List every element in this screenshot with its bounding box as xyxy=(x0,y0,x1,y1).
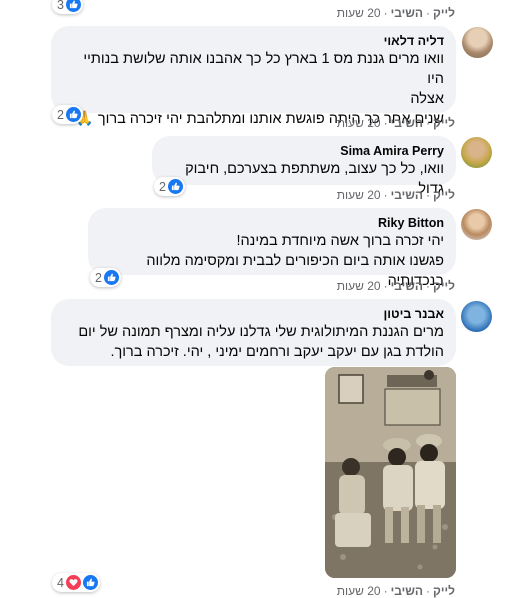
comment-actions: לייק·השיבי·20 שעות xyxy=(336,279,455,293)
avatar[interactable] xyxy=(461,301,492,332)
comment-text-line: אצלה xyxy=(410,91,444,107)
like-icon xyxy=(65,107,81,122)
top-comment-actions: לייק·השיבי·20 שעות xyxy=(336,6,455,20)
comment-bubble: דליה דלאוי וואו מרים גננת מס 1 בארץ כל כ… xyxy=(51,26,456,127)
like-link[interactable]: לייק xyxy=(433,6,455,20)
comment-actions: לייק·השיבי·20 שעות xyxy=(336,188,455,202)
timestamp[interactable]: 20 שעות xyxy=(337,6,381,20)
reaction-summary[interactable]: 2 xyxy=(154,177,185,196)
comment-text-line: וואו מרים גננת מס 1 בארץ כל כך אהבנו אות… xyxy=(83,51,444,87)
like-link[interactable]: לייק xyxy=(433,188,455,202)
timestamp[interactable]: 20 שעות xyxy=(337,279,381,293)
comment-bubble: אבנר ביטון מרים הגננת המיתולוגית שלי גדל… xyxy=(51,299,456,366)
avatar[interactable] xyxy=(461,137,492,168)
comment-bubble: Riky Bitton יהי זכרה ברוך אשה מיוחדת במי… xyxy=(88,208,456,289)
comment-photo[interactable] xyxy=(325,367,456,578)
reaction-summary[interactable]: 2 xyxy=(52,105,83,124)
comment-author[interactable]: Sima Amira Perry xyxy=(164,143,444,159)
reaction-count: 2 xyxy=(95,270,102,285)
like-icon xyxy=(82,575,98,590)
like-icon xyxy=(103,270,119,285)
reaction-count: 2 xyxy=(57,107,64,122)
reaction-summary[interactable]: 3 xyxy=(52,0,83,14)
comment-text-line: הולדת בגן עם יעקב יעקב ורחמים ימיני , יה… xyxy=(110,344,445,360)
reaction-summary[interactable]: 2 xyxy=(90,268,121,287)
comment-author[interactable]: Riky Bitton xyxy=(100,215,444,231)
heart-icon xyxy=(65,575,81,590)
like-link[interactable]: לייק xyxy=(433,279,455,293)
timestamp[interactable]: 20 שעות xyxy=(337,116,381,130)
reaction-count: 3 xyxy=(57,0,64,12)
reaction-summary[interactable]: 4 xyxy=(52,573,100,592)
timestamp[interactable]: 20 שעות xyxy=(337,188,381,202)
reply-link[interactable]: השיבי xyxy=(391,279,423,293)
comment-author[interactable]: דליה דלאוי xyxy=(63,33,444,49)
reply-link[interactable]: השיבי xyxy=(391,6,423,20)
comment-text-line: מרים הגננת המיתולוגית שלי גדלנו עליה ומצ… xyxy=(78,324,444,340)
comment-actions: לייק·השיבי·20 שעות xyxy=(336,116,455,130)
comment-bubble: Sima Amira Perry וואו, כל כך עצוב, משתתפ… xyxy=(152,136,456,197)
reaction-count: 4 xyxy=(57,575,64,590)
reply-link[interactable]: השיבי xyxy=(391,116,423,130)
like-icon xyxy=(65,0,81,12)
like-link[interactable]: לייק xyxy=(433,116,455,130)
photo-image xyxy=(325,367,456,578)
avatar[interactable] xyxy=(461,209,492,240)
avatar[interactable] xyxy=(462,27,493,58)
like-icon xyxy=(167,179,183,194)
reply-link[interactable]: השיבי xyxy=(391,188,423,202)
comment-text-line: יהי זכרה ברוך אשה מיוחדת במינה! xyxy=(236,233,444,249)
comment-author[interactable]: אבנר ביטון xyxy=(63,306,444,322)
reaction-count: 2 xyxy=(159,179,166,194)
